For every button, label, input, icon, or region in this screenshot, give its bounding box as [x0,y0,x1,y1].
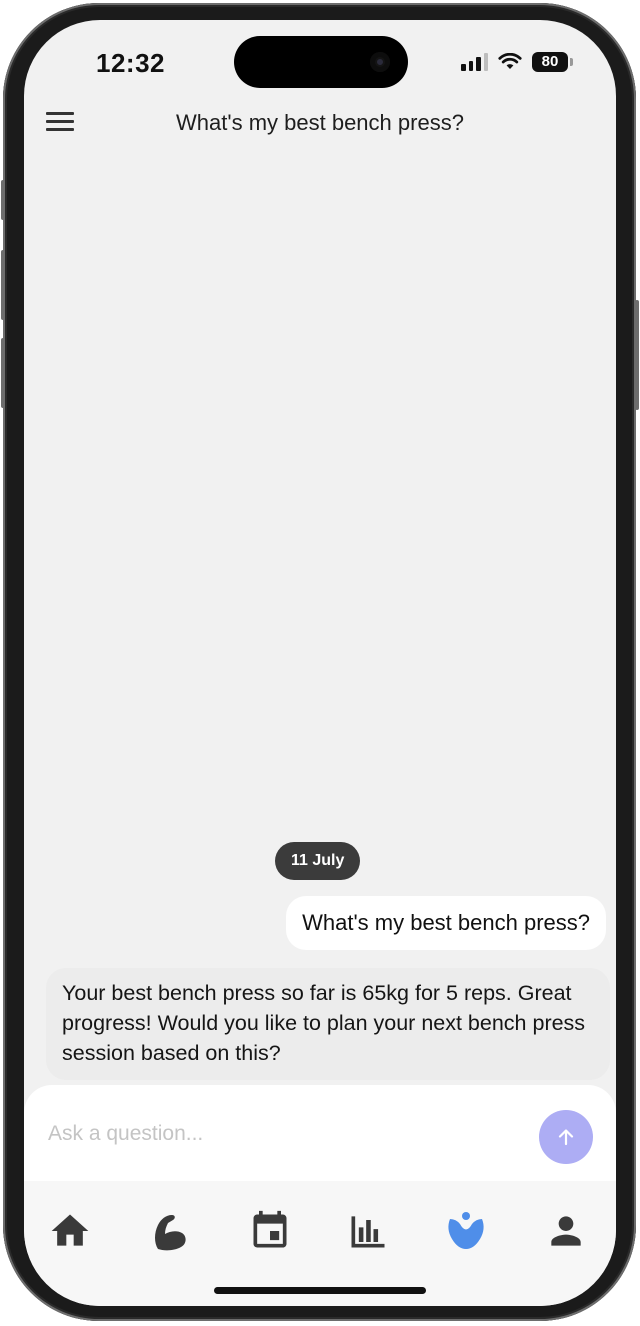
side-button [1,338,5,408]
side-button [635,300,639,410]
tab-home[interactable] [48,1209,92,1253]
person-icon [551,1216,581,1246]
camera-icon [370,52,390,72]
calendar-icon [253,1210,287,1248]
status-time: 12:32 [96,48,165,78]
side-button [1,180,5,220]
tab-profile[interactable] [544,1209,588,1253]
wifi-icon [498,53,522,69]
tab-assistant[interactable] [444,1209,488,1253]
battery-icon: 80 [532,52,573,72]
screen: 12:32 80 What's my best bench press? 11 … [24,20,616,1306]
cellular-signal-icon [461,53,488,71]
assistant-message: Your best bench press so far is 65kg for… [46,968,610,1080]
tab-stats[interactable] [346,1209,390,1253]
home-icon [51,1214,89,1246]
status-icons: 80 [461,52,573,72]
side-button [1,250,5,320]
bar-chart-icon [351,1216,385,1248]
assistant-icon [448,1212,484,1249]
arrow-up-icon [558,1129,574,1146]
tab-calendar[interactable] [248,1209,292,1253]
flexed-arm-icon [155,1215,186,1251]
composer [24,1085,616,1181]
user-message: What's my best bench press? [286,896,606,950]
dynamic-island [234,36,408,88]
question-input[interactable] [46,1121,510,1147]
date-separator: 11 July [275,842,361,880]
home-indicator [214,1287,426,1294]
send-button[interactable] [539,1110,593,1164]
tab-workouts[interactable] [148,1209,192,1253]
page-title: What's my best bench press? [176,110,464,135]
